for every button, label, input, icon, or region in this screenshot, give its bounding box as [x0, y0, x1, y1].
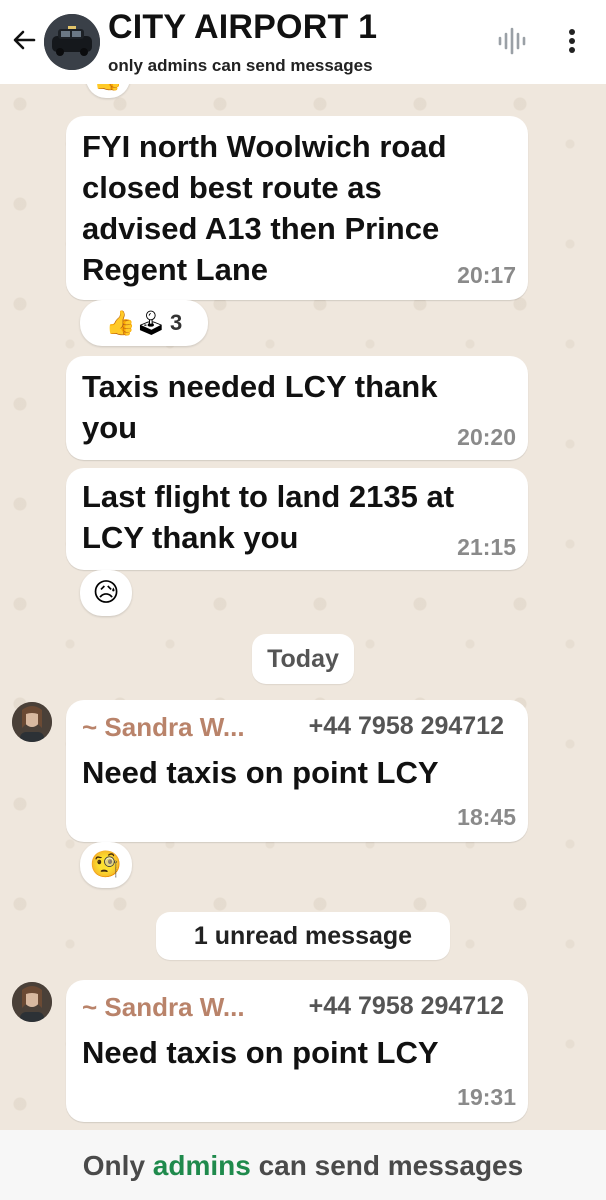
admins-link[interactable]: admins [153, 1150, 251, 1181]
sender-phone[interactable]: +44 7958 294712 [309, 712, 504, 741]
more-vertical-icon[interactable] [560, 26, 584, 56]
message-line: Regent Lane [82, 252, 269, 287]
thumbs-up-icon: 👍 [93, 84, 123, 92]
composer-disabled-bar: Only admins can send messages [0, 1130, 606, 1200]
person-icon [12, 702, 52, 742]
message-bubble[interactable]: FYI north Woolwich road closed best rout… [66, 116, 528, 300]
message-text: FYI north Woolwich road closed best rout… [82, 126, 447, 290]
message-time: 20:17 [457, 262, 516, 288]
notice-suffix: can send messages [250, 1150, 524, 1181]
sad-face-icon: 😥 [92, 578, 120, 608]
reaction-bar[interactable]: 😥 [80, 570, 132, 616]
admins-only-notice: Only admins can send messages [0, 1150, 606, 1182]
message-bubble[interactable]: ~ Sandra W... +44 7958 294712 Need taxis… [66, 700, 528, 842]
message-line: you [82, 410, 138, 445]
message-line: FYI north Woolwich road [82, 129, 447, 164]
avatar[interactable] [12, 702, 52, 742]
arrow-left-icon[interactable] [8, 24, 40, 56]
message-text: Need taxis on point LCY [82, 755, 439, 790]
group-avatar[interactable] [44, 14, 100, 70]
message-time: 18:45 [457, 804, 516, 830]
message-line: Last flight to land 2135 at [82, 479, 455, 514]
avatar[interactable] [12, 982, 52, 1022]
date-separator: Today [252, 634, 354, 684]
reaction-emojis: 👍🕹 [105, 309, 167, 337]
chat-header: CITY AIRPORT 1 only admins can send mess… [0, 0, 606, 84]
sender-name[interactable]: ~ Sandra W... [82, 992, 245, 1023]
reaction-bar[interactable]: 🧐 [80, 842, 132, 888]
reaction-partial: 👍 [86, 84, 130, 98]
message-time: 19:31 [457, 1084, 516, 1110]
unread-separator: 1 unread message [156, 912, 450, 960]
message-line: LCY thank you [82, 520, 299, 555]
message-time: 21:15 [457, 534, 516, 560]
message-text: Last flight to land 2135 at LCY thank yo… [82, 476, 454, 558]
taxi-icon [44, 14, 100, 70]
reaction-bar[interactable]: 👍🕹 3 [80, 300, 208, 346]
message-text: Taxis needed LCY thank you [82, 366, 437, 448]
chat-area[interactable]: 👍 FYI north Woolwich road closed best ro… [0, 84, 606, 1130]
chat-title[interactable]: CITY AIRPORT 1 [108, 8, 377, 47]
message-line: closed best route as [82, 170, 382, 205]
message-bubble[interactable]: Taxis needed LCY thank you 20:20 [66, 356, 528, 460]
reaction-count: 3 [170, 310, 183, 335]
sender-phone[interactable]: +44 7958 294712 [309, 992, 504, 1021]
monocle-face-icon: 🧐 [89, 850, 123, 880]
voice-waveform-icon[interactable] [496, 26, 526, 56]
message-time: 20:20 [457, 424, 516, 450]
message-line: Taxis needed LCY thank [82, 369, 438, 404]
chat-subtitle: only admins can send messages [108, 56, 373, 75]
sender-name[interactable]: ~ Sandra W... [82, 712, 245, 743]
message-bubble[interactable]: ~ Sandra W... +44 7958 294712 Need taxis… [66, 980, 528, 1122]
message-line: advised A13 then Prince [82, 211, 440, 246]
notice-prefix: Only [82, 1150, 153, 1181]
message-text: Need taxis on point LCY [82, 1035, 439, 1070]
message-bubble[interactable]: Last flight to land 2135 at LCY thank yo… [66, 468, 528, 570]
person-icon [12, 982, 52, 1022]
